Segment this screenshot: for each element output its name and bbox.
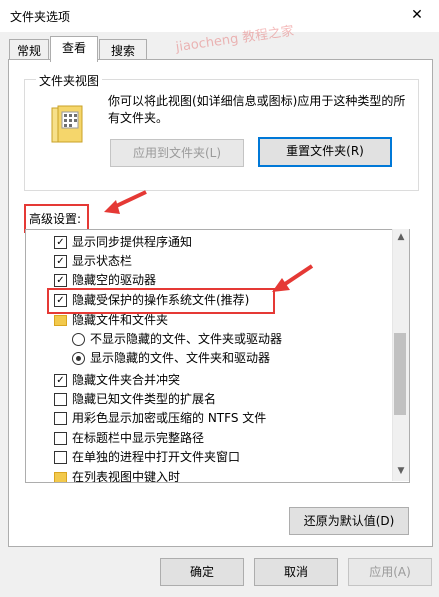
cancel-button[interactable]: 取消 xyxy=(254,558,338,586)
checkbox[interactable]: ✓ xyxy=(54,374,67,387)
close-icon[interactable]: ✕ xyxy=(402,4,432,26)
checkbox[interactable]: ✓ xyxy=(54,236,67,249)
setting-group-label: 在列表视图中键入时 xyxy=(72,470,181,483)
setting-label: 在标题栏中显示完整路径 xyxy=(72,431,205,445)
scrollbar-thumb[interactable] xyxy=(394,333,406,415)
apply-to-folders-button[interactable]: 应用到文件夹(L) xyxy=(110,139,244,167)
setting-label: 不显示隐藏的文件、文件夹或驱动器 xyxy=(90,332,283,346)
checkbox[interactable] xyxy=(54,451,67,464)
tab-view[interactable]: 查看 xyxy=(50,36,98,62)
scroll-down-icon[interactable]: ▼ xyxy=(393,466,409,476)
radio-button[interactable] xyxy=(72,333,85,346)
setting-label: 隐藏文件夹合并冲突 xyxy=(72,373,181,387)
setting-label: 显示同步提供程序通知 xyxy=(72,235,193,249)
folder-views-label: 文件夹视图 xyxy=(36,72,103,89)
folder-icon xyxy=(54,472,67,482)
restore-defaults-button[interactable]: 还原为默认值(D) xyxy=(289,507,409,535)
red-arrow-icon xyxy=(104,190,147,214)
red-arrow-icon xyxy=(272,264,314,292)
setting-label: 用彩色显示加密或压缩的 NTFS 文件 xyxy=(72,411,267,425)
apply-button[interactable]: 应用(A) xyxy=(348,558,432,586)
ok-button[interactable]: 确定 xyxy=(160,558,244,586)
checkbox[interactable]: ✓ xyxy=(54,255,67,268)
setting-label: 隐藏已知文件类型的扩展名 xyxy=(72,392,217,406)
checkbox[interactable] xyxy=(54,393,67,406)
checkbox[interactable] xyxy=(54,412,67,425)
scroll-up-icon[interactable]: ▲ xyxy=(393,232,409,242)
radio-button[interactable] xyxy=(72,352,85,365)
setting-label: 在单独的进程中打开文件夹窗口 xyxy=(72,450,241,464)
checkbox[interactable] xyxy=(54,432,67,445)
setting-label: 显示状态栏 xyxy=(72,254,133,268)
checkbox[interactable]: ✓ xyxy=(54,274,67,287)
folder-icon xyxy=(54,315,67,326)
advanced-settings-list[interactable]: ✓ 显示同步提供程序通知 ✓ 显示状态栏 ✓ 隐藏空的驱动器 ✓ 隐藏受保护的操… xyxy=(25,229,410,483)
reset-folders-button[interactable]: 重置文件夹(R) xyxy=(258,137,392,167)
folder-views-description: 你可以将此视图(如详细信息或图标)应用于这种类型的所有文件夹。 xyxy=(108,94,406,125)
folder-view-icon xyxy=(50,104,90,146)
setting-label: 显示隐藏的文件、文件夹和驱动器 xyxy=(90,351,271,365)
window-title: 文件夹选项 xyxy=(10,10,71,24)
highlight-box-protected-files xyxy=(47,288,275,314)
